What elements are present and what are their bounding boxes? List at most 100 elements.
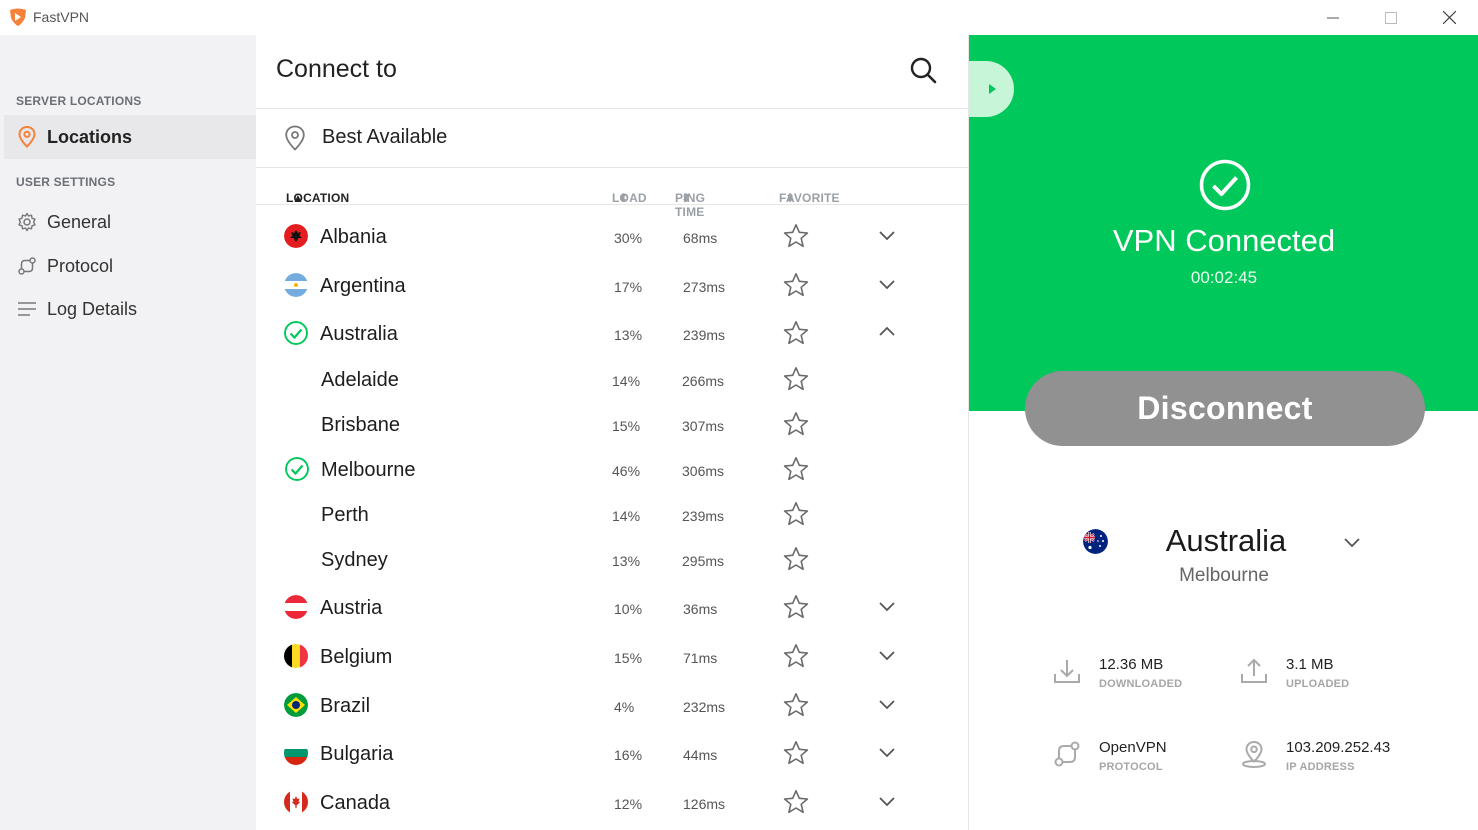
vpn-status-text: VPN Connected <box>1112 223 1336 258</box>
star-icon[interactable] <box>783 223 809 249</box>
sidebar-item-general[interactable]: General <box>4 200 256 244</box>
sidebar-item-label: Locations <box>47 126 133 147</box>
connection-timer: 00:02:45 <box>1190 268 1258 287</box>
sidebar-item-log-details[interactable]: Log Details <box>4 287 256 331</box>
protocol-label: PROTOCOL <box>1099 761 1163 773</box>
server-row-belgium[interactable]: Belgium 15% 71ms <box>256 632 968 680</box>
country-name: Brazil <box>320 695 371 717</box>
load-value: 15% <box>612 418 641 434</box>
maximize-icon <box>1385 11 1397 24</box>
star-icon[interactable] <box>783 456 809 482</box>
user-settings-heading: USER SETTINGS <box>16 175 116 189</box>
load-value: 17% <box>614 279 643 295</box>
ping-value: 307ms <box>682 418 725 434</box>
ping-value: 36ms <box>683 601 718 617</box>
star-icon[interactable] <box>783 594 809 620</box>
chevron-up-icon[interactable] <box>878 325 896 339</box>
downloaded-value: 12.36 MB <box>1099 656 1164 673</box>
city-name: Sydney <box>321 549 388 571</box>
best-available-label: Best Available <box>322 126 448 148</box>
server-row-perth[interactable]: Perth 14% 239ms <box>256 490 968 538</box>
app-title: FastVPN <box>33 9 90 25</box>
server-row-bulgaria[interactable]: Bulgaria 16% 44ms <box>256 729 968 777</box>
title-bar: FastVPN <box>0 0 1478 35</box>
load-value: 30% <box>614 230 643 246</box>
sidebar-item-protocol[interactable]: Protocol <box>4 244 256 288</box>
ping-value: 126ms <box>683 796 726 812</box>
protocol-icon <box>16 255 38 277</box>
ip-address-label: IP ADDRESS <box>1286 761 1355 773</box>
selected-country: Australia <box>1165 523 1287 558</box>
server-row-sydney[interactable]: Sydney 13% 295ms <box>256 535 968 583</box>
page-title: Connect to <box>276 55 397 83</box>
server-row-adelaide[interactable]: Adelaide 14% 266ms <box>256 355 968 403</box>
sort-icon: ⬍ <box>681 191 692 205</box>
country-name: Albania <box>320 226 387 248</box>
gear-icon <box>16 211 38 233</box>
best-available-row[interactable]: Best Available <box>256 109 968 168</box>
ip-address-value: 103.209.252.43 <box>1286 739 1391 756</box>
disconnect-button[interactable]: Disconnect <box>1025 371 1425 446</box>
chevron-down-icon[interactable] <box>878 794 896 808</box>
chevron-down-icon[interactable] <box>878 745 896 759</box>
star-icon[interactable] <box>783 501 809 527</box>
downloaded-label: DOWNLOADED <box>1099 678 1183 690</box>
close-icon <box>1442 11 1456 24</box>
chevron-down-icon[interactable] <box>878 599 896 613</box>
chevron-down-icon[interactable] <box>878 277 896 291</box>
star-icon[interactable] <box>783 546 809 572</box>
star-icon[interactable] <box>783 411 809 437</box>
server-row-melbourne[interactable]: Melbourne 46% 306ms <box>256 445 968 493</box>
downloaded-stat: 12.36 MB DOWNLOADED <box>1052 656 1202 696</box>
country-name: Australia <box>320 323 398 345</box>
chevron-down-icon[interactable] <box>878 697 896 711</box>
star-icon[interactable] <box>783 272 809 298</box>
star-icon[interactable] <box>783 366 809 392</box>
minimize-button[interactable] <box>1304 0 1362 35</box>
ping-value: 239ms <box>682 508 725 524</box>
ping-value: 239ms <box>683 327 726 343</box>
star-icon[interactable] <box>783 692 809 718</box>
sidebar-item-locations[interactable]: Locations <box>4 115 256 159</box>
ping-value: 273ms <box>683 279 726 295</box>
server-row-austria[interactable]: Austria 10% 36ms <box>256 583 968 631</box>
load-value: 13% <box>612 553 641 569</box>
country-name: Belgium <box>320 646 393 668</box>
sort-icon: ⬍ <box>785 191 796 205</box>
connected-check-icon <box>285 457 309 481</box>
server-row-albania[interactable]: Albania 30% 68ms <box>256 212 968 260</box>
table-header: LOCATION ▲ LOAD ⬍ PING TIME ⬍ FAVORITE ⬍ <box>256 169 968 219</box>
ping-value: 306ms <box>682 463 725 479</box>
star-icon[interactable] <box>783 320 809 346</box>
ip-address-stat: 103.209.252.43 IP ADDRESS <box>1239 739 1439 779</box>
search-icon[interactable] <box>908 55 938 85</box>
belgium-flag-icon <box>284 644 308 668</box>
star-icon[interactable] <box>783 740 809 766</box>
server-row-canada[interactable]: Canada 12% 126ms <box>256 778 968 826</box>
close-button[interactable] <box>1420 0 1478 35</box>
chevron-down-icon[interactable] <box>878 228 896 242</box>
load-value: 16% <box>614 747 643 763</box>
server-locations-heading: SERVER LOCATIONS <box>16 94 142 108</box>
collapse-panel-button[interactable] <box>969 61 1014 117</box>
connected-check-icon <box>1199 159 1251 211</box>
location-pin-icon <box>1242 740 1266 768</box>
load-value: 10% <box>614 601 643 617</box>
ping-value: 44ms <box>683 747 718 763</box>
server-row-australia[interactable]: Australia 13% 239ms <box>256 309 968 357</box>
sidebar: SERVER LOCATIONS Locations USER SETTINGS… <box>0 35 256 830</box>
chevron-down-icon[interactable] <box>1342 535 1362 549</box>
maximize-button[interactable] <box>1362 0 1420 35</box>
city-name: Adelaide <box>321 369 399 391</box>
chevron-down-icon[interactable] <box>878 648 896 662</box>
minimize-icon <box>1327 17 1339 18</box>
ping-value: 71ms <box>683 650 718 666</box>
star-icon[interactable] <box>783 789 809 815</box>
server-row-brisbane[interactable]: Brisbane 15% 307ms <box>256 400 968 448</box>
server-row-brazil[interactable]: Brazil 4% 232ms <box>256 681 968 729</box>
star-icon[interactable] <box>783 643 809 669</box>
uploaded-stat: 3.1 MB UPLOADED <box>1239 656 1389 696</box>
server-row-argentina[interactable]: Argentina 17% 273ms <box>256 261 968 309</box>
location-pin-icon <box>16 126 38 148</box>
ping-value: 232ms <box>683 699 726 715</box>
